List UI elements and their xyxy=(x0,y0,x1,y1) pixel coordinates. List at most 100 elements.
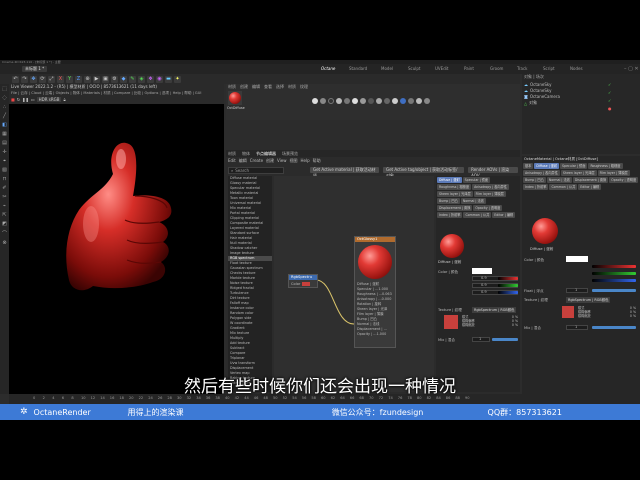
sub-param-row[interactable]: 模糊缩放 0 % xyxy=(578,314,636,318)
material-swatch[interactable] xyxy=(228,91,242,105)
ball-icon[interactable] xyxy=(328,98,334,104)
ne-tab-1[interactable]: 物体 xyxy=(242,150,250,157)
tab-paint[interactable]: Paint xyxy=(461,66,477,72)
attr-r-slider[interactable] xyxy=(498,277,518,280)
attr-tab[interactable]: Editor | 编辑 xyxy=(578,184,602,190)
magnet-icon[interactable]: ⊓ xyxy=(3,176,7,182)
rgb-spectrum-node[interactable]: RgbSpectru Color xyxy=(288,274,318,288)
right-g-slider[interactable] xyxy=(592,272,636,275)
attr-tab[interactable]: Bump | 凹凸 xyxy=(437,198,460,204)
attr-tab[interactable]: Diffuse | 漫射 xyxy=(437,177,462,183)
polygons-icon[interactable]: ◧ xyxy=(2,122,7,128)
octglossy-node[interactable]: OctGlossy1 Diffuse | 漫射 Specular | ...1.0… xyxy=(354,236,396,348)
tab-model[interactable]: Model xyxy=(378,66,396,72)
sub-param-row[interactable]: 模糊缩放 0 % xyxy=(462,323,518,327)
ball-icon[interactable] xyxy=(352,98,358,104)
timeline-ruler[interactable]: 0 2 4 6 8 10 12 14 16 18 20 22 24 26 28 30 32 34 36 38 40 42 4… xyxy=(33,396,473,404)
ne-tab-3[interactable]: 场景预览 xyxy=(282,150,298,157)
light-icon[interactable]: ✦ xyxy=(174,75,181,83)
file-tab[interactable]: 未标题 1 * xyxy=(22,66,48,72)
mm-tab-3[interactable]: 查看 xyxy=(264,84,272,90)
attr-tab[interactable]: Film layer | 薄膜层 xyxy=(473,191,506,197)
ne-menu-view-cn[interactable]: 视图 xyxy=(290,157,298,164)
ne-menu-edit[interactable]: Edit xyxy=(228,157,236,164)
region-icon[interactable]: ▭ xyxy=(31,97,35,102)
ne-tab-0[interactable]: 材质 xyxy=(228,150,236,157)
attr-g-slider[interactable] xyxy=(498,284,518,287)
ne-menu-create[interactable]: Create xyxy=(250,157,263,164)
ne-menu-help-cn[interactable]: 帮助 xyxy=(313,157,321,164)
tab-track[interactable]: Track xyxy=(514,66,530,72)
tag-icon[interactable]: ● xyxy=(608,106,612,111)
attr-color-swatch[interactable] xyxy=(472,268,492,274)
attr-tab[interactable]: Bump | 凹凸 xyxy=(523,177,546,183)
mm-tab-1[interactable]: 创建 xyxy=(240,84,248,90)
ball-icon[interactable] xyxy=(368,98,374,104)
snap-icon[interactable]: ⌖ xyxy=(3,158,6,164)
attr-tab[interactable]: Displacement | 置换 xyxy=(572,177,609,183)
attr-tab[interactable]: Anisotropy | 各向异性 xyxy=(523,170,560,176)
restart-render-icon[interactable]: ↻ xyxy=(17,97,20,102)
deformer-icon[interactable]: ◉ xyxy=(156,75,163,83)
attr-tab[interactable]: Normal | 法线 xyxy=(546,177,572,183)
ball-icon[interactable] xyxy=(416,98,422,104)
render-aovs-button[interactable]: Render AOVs | 渲染AOV xyxy=(468,167,518,178)
right-r-slider[interactable] xyxy=(592,265,636,268)
workplane-icon[interactable]: ▧ xyxy=(2,167,7,173)
attr-tab[interactable]: Sheen layer | 光泽层 xyxy=(560,170,597,176)
render-icon[interactable]: ▶ xyxy=(93,75,100,83)
cube-icon[interactable]: ◆ xyxy=(120,75,127,83)
object-row[interactable]: ◙ OctaneCamera xyxy=(524,94,560,99)
tab-nodes[interactable]: Nodes xyxy=(567,66,586,72)
ball-icon[interactable] xyxy=(424,98,430,104)
attr-b-slider[interactable] xyxy=(498,291,518,294)
pause-render-icon[interactable]: ❚❚ xyxy=(22,97,29,102)
attr-tab[interactable]: 基本 xyxy=(523,163,534,169)
attr-tab[interactable]: Specular | 镜面 xyxy=(462,177,491,183)
window-controls-icon[interactable]: – ▢ ✕ xyxy=(624,66,639,72)
right-mix-field[interactable]: 1 xyxy=(566,325,588,330)
right-color-swatch[interactable] xyxy=(566,256,588,262)
redo-icon[interactable]: ↷ xyxy=(21,75,28,83)
select-icon[interactable]: ⬚ xyxy=(2,86,7,92)
mm-tab-5[interactable]: 材质 xyxy=(288,84,296,90)
node-canvas[interactable]: RgbSpectru Color OctGlossy1 Diffuse | 漫射… xyxy=(274,176,434,392)
search-input[interactable]: ⌕ Search xyxy=(228,167,284,174)
attr-tab[interactable]: Diffuse | 漫射 xyxy=(534,163,560,169)
ball-icon[interactable] xyxy=(320,98,326,104)
attr-texture-link[interactable]: RgbSpectrum | RGB颜色 xyxy=(472,307,517,313)
edges-icon[interactable]: ╱ xyxy=(3,113,6,119)
bridge-icon[interactable]: ⌒ xyxy=(2,230,7,237)
get-active-tag-button[interactable]: Get Active tag/object | 获取活动标签/对象 xyxy=(382,167,465,178)
ne-menu-view[interactable]: View xyxy=(277,157,287,164)
tab-uvedit[interactable]: UVEdit xyxy=(432,66,451,72)
subdivide-icon[interactable]: ◈ xyxy=(138,75,145,83)
attr-tab[interactable]: Roughness | 粗糙度 xyxy=(588,163,623,169)
visible-check-icon[interactable]: ✓ xyxy=(608,82,612,87)
right-texture-link[interactable]: RgbSpectrum | RGB颜色 xyxy=(566,297,611,303)
bevel-icon[interactable]: ◩ xyxy=(2,221,7,227)
ball-icon[interactable] xyxy=(344,98,350,104)
extrude-icon[interactable]: ⇱ xyxy=(2,212,6,218)
visible-check-icon[interactable]: ✓ xyxy=(608,90,612,95)
attr-tab[interactable]: Editor | 编辑 xyxy=(492,212,516,218)
mm-tab-0[interactable]: 材质 xyxy=(228,84,236,90)
right-float-slider[interactable] xyxy=(592,289,636,292)
attr-tab[interactable]: Film layer | 薄膜层 xyxy=(597,170,630,176)
viewer-menu[interactable]: File | 云存 | Cloud | 云端 | Objects | 物体 | … xyxy=(9,90,224,96)
attr-tab[interactable]: Index | 折射率 xyxy=(523,184,549,190)
ne-tab-2[interactable]: 节点编辑器 xyxy=(256,150,276,157)
ne-menu-create-cn[interactable]: 创建 xyxy=(266,157,274,164)
model-icon[interactable]: ▦ xyxy=(2,131,7,137)
coord-icon[interactable]: ⊕ xyxy=(84,75,91,83)
attr-tab[interactable]: Index | 折射率 xyxy=(437,212,463,218)
cloner-icon[interactable]: ❖ xyxy=(147,75,154,83)
lock-icon[interactable]: 🔒︎ xyxy=(63,97,65,102)
tab-script[interactable]: Script xyxy=(540,66,558,72)
object-row[interactable]: ☁ OctaneSky xyxy=(524,82,560,87)
right-mix-slider[interactable] xyxy=(592,326,636,329)
visible-check-icon[interactable]: ✓ xyxy=(608,98,612,103)
ball-icon[interactable] xyxy=(400,98,406,104)
ball-icon[interactable] xyxy=(384,98,390,104)
live-select-icon[interactable]: ◌ xyxy=(2,95,6,101)
